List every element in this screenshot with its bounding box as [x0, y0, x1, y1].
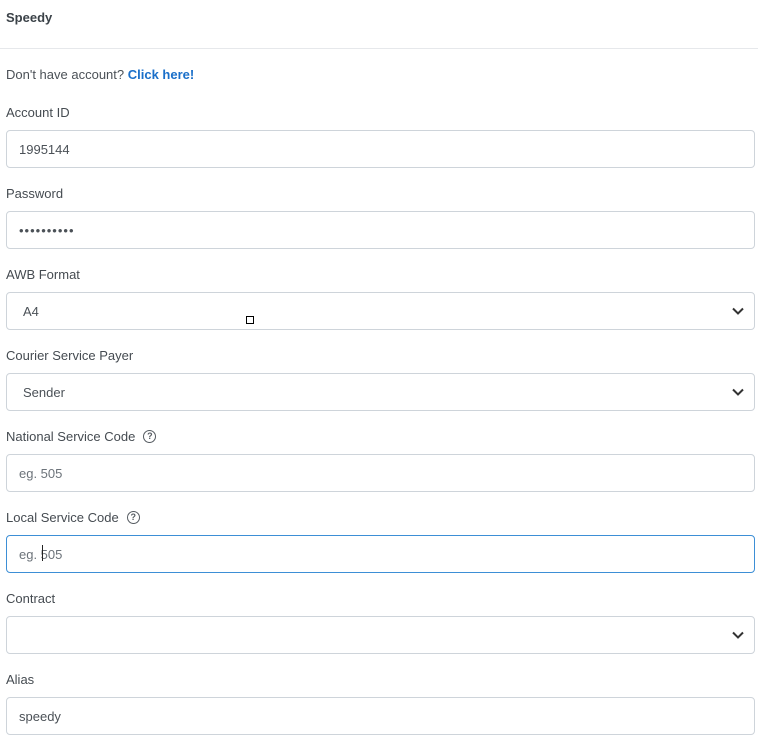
question-circle-icon[interactable]: ?	[126, 511, 140, 524]
national-code-input[interactable]	[6, 454, 755, 492]
contract-select-box[interactable]	[6, 616, 755, 654]
chevron-down-icon	[726, 293, 750, 329]
awb-format-label: AWB Format	[6, 267, 80, 282]
signup-prompt: Don't have account? Click here!	[6, 67, 194, 82]
courier-payer-select-box[interactable]: Sender	[6, 373, 755, 411]
question-circle-icon[interactable]: ?	[143, 430, 157, 443]
mouse-cursor	[246, 316, 254, 324]
account-id-label: Account ID	[6, 105, 70, 120]
header-divider	[0, 48, 758, 49]
panel-title: Speedy	[6, 10, 53, 25]
signup-prompt-text: Don't have account?	[6, 67, 128, 82]
password-label: Password	[6, 186, 64, 201]
local-code-label-text: Local Service Code	[6, 510, 119, 525]
courier-payer-select[interactable]: Sender	[6, 373, 755, 411]
password-input[interactable]	[6, 211, 755, 249]
alias-label: Alias	[6, 672, 35, 687]
awb-format-select-box[interactable]: A4	[6, 292, 755, 330]
national-code-label: National Service Code ?	[6, 429, 157, 444]
text-caret	[42, 545, 43, 561]
account-id-input[interactable]	[6, 130, 755, 168]
chevron-down-icon	[726, 374, 750, 410]
courier-payer-value: Sender	[23, 384, 65, 400]
courier-payer-label: Courier Service Payer	[6, 348, 134, 363]
chevron-down-icon	[726, 617, 750, 653]
local-code-label: Local Service Code ?	[6, 510, 140, 525]
awb-format-value: A4	[23, 303, 39, 319]
awb-format-select[interactable]: A4	[6, 292, 755, 330]
local-code-input[interactable]	[6, 535, 755, 573]
signup-link[interactable]: Click here!	[128, 67, 194, 82]
contract-select[interactable]	[6, 616, 755, 654]
alias-input[interactable]	[6, 697, 755, 735]
national-code-label-text: National Service Code	[6, 429, 136, 444]
contract-label: Contract	[6, 591, 56, 606]
